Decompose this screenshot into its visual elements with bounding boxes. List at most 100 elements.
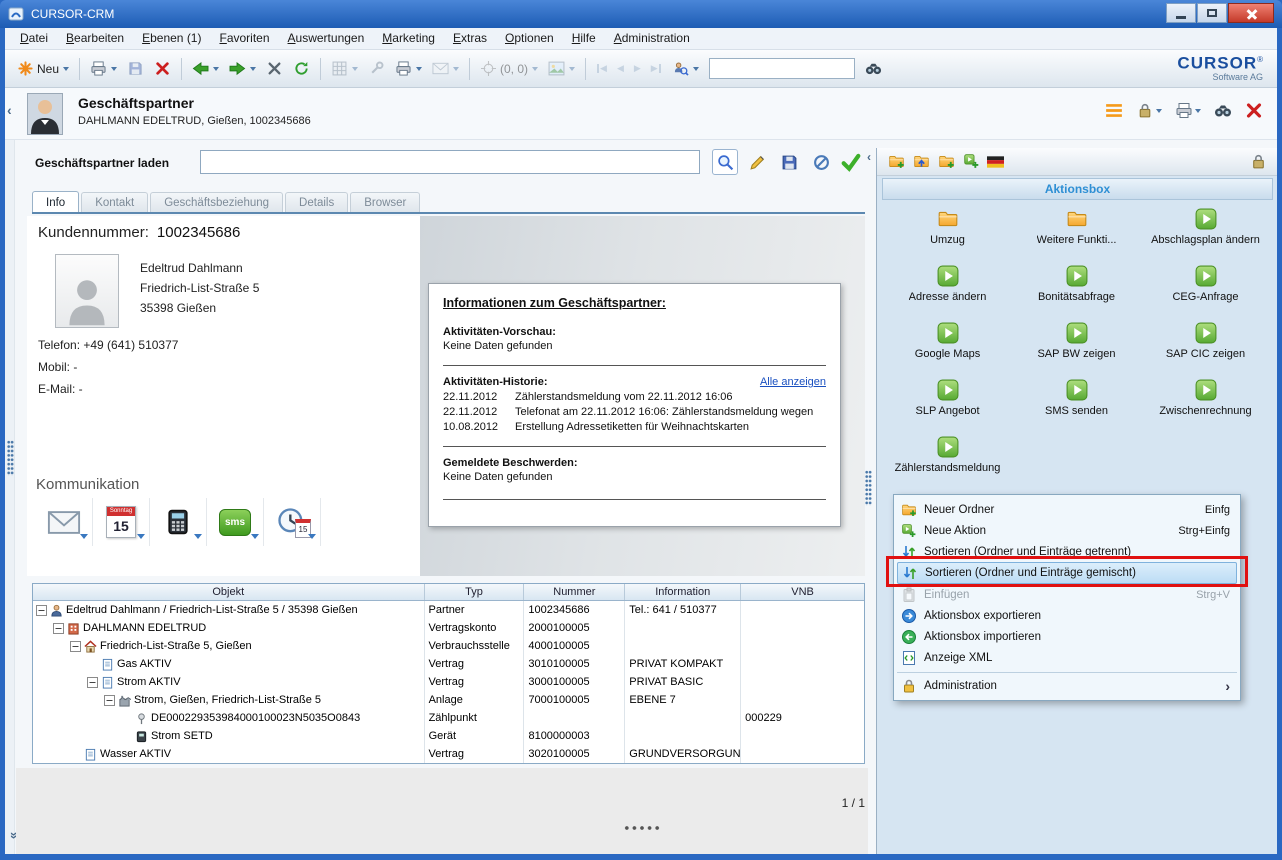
nav-prev-button[interactable]: ◀ bbox=[613, 60, 628, 77]
context-menu-item-anzeige-xml[interactable]: Anzeige XML bbox=[897, 647, 1237, 668]
partner-load-input[interactable] bbox=[200, 150, 700, 174]
header-print-button[interactable] bbox=[1175, 102, 1201, 119]
action-abschlagsplan-ndern[interactable]: Abschlagsplan ändern bbox=[1141, 204, 1270, 261]
minimize-button[interactable] bbox=[1166, 3, 1196, 23]
context-menu-item-neue-aktion[interactable]: Neue AktionStrg+Einfg bbox=[897, 520, 1237, 541]
calendar-tile[interactable]: Sonntag15 bbox=[93, 498, 150, 546]
menu-item-bearbeiten[interactable]: Bearbeiten bbox=[57, 28, 133, 49]
aktionsbox-lock-icon[interactable] bbox=[1249, 153, 1268, 170]
phone-tile[interactable] bbox=[150, 498, 207, 546]
new-folder-icon[interactable] bbox=[887, 153, 906, 170]
confirm-button[interactable] bbox=[838, 149, 864, 175]
menu-item-hilfe[interactable]: Hilfe bbox=[563, 28, 605, 49]
tools-button[interactable] bbox=[364, 58, 389, 79]
action-adresse-ndern[interactable]: Adresse ändern bbox=[883, 261, 1012, 318]
context-menu-item-aktionsbox-importieren[interactable]: Aktionsbox importieren bbox=[897, 626, 1237, 647]
tab-details[interactable]: Details bbox=[285, 192, 348, 212]
action-google-maps[interactable]: Google Maps bbox=[883, 318, 1012, 375]
add-action-icon[interactable] bbox=[962, 153, 981, 170]
action-sap-cic-zeigen[interactable]: SAP CIC zeigen bbox=[1141, 318, 1270, 375]
column-header-vnb[interactable]: VNB bbox=[741, 584, 864, 600]
image-button[interactable] bbox=[544, 58, 579, 79]
toolbar-search-input[interactable] bbox=[709, 58, 855, 79]
close-record-button[interactable] bbox=[262, 58, 287, 79]
lock-button[interactable] bbox=[1136, 102, 1162, 119]
folder-up-icon[interactable] bbox=[912, 153, 931, 170]
context-menu-item-neuer-ordner[interactable]: Neuer OrdnerEinfg bbox=[897, 499, 1237, 520]
table-row[interactable]: DE000229353984000100023N5035O0843Zählpun… bbox=[33, 709, 864, 727]
person-search-button[interactable] bbox=[668, 58, 703, 79]
table-row[interactable]: Wasser AKTIVVertrag3020100005GRUNDVERSOR… bbox=[33, 745, 864, 763]
table-row[interactable]: Gas AKTIVVertrag3010100005PRIVAT KOMPAKT bbox=[33, 655, 864, 673]
tab-browser[interactable]: Browser bbox=[350, 192, 420, 212]
mail-button[interactable] bbox=[428, 58, 463, 79]
back-button[interactable] bbox=[188, 58, 223, 79]
find-button[interactable] bbox=[861, 58, 886, 79]
bottom-splitter-handle[interactable] bbox=[623, 825, 661, 831]
menu-burger-icon[interactable] bbox=[1105, 102, 1123, 119]
tab-info[interactable]: Info bbox=[32, 191, 79, 212]
action-zwischenrechnung[interactable]: Zwischenrechnung bbox=[1141, 375, 1270, 432]
email-tile[interactable] bbox=[36, 498, 93, 546]
context-menu-item-administration[interactable]: Administration› bbox=[897, 672, 1237, 696]
right-pane-collapse-icon[interactable]: ‹ bbox=[867, 150, 871, 164]
action-ceg-anfrage[interactable]: CEG-Anfrage bbox=[1141, 261, 1270, 318]
menu-item-datei[interactable]: Datei bbox=[11, 28, 57, 49]
menu-item-administration[interactable]: Administration bbox=[605, 28, 699, 49]
add-folder-icon[interactable] bbox=[937, 153, 956, 170]
table-row[interactable]: Strom AKTIVVertrag3000100005PRIVAT BASIC bbox=[33, 673, 864, 691]
table-row[interactable]: Edeltrud Dahlmann / Friedrich-List-Straß… bbox=[33, 601, 864, 619]
edit-button[interactable] bbox=[744, 149, 770, 175]
table-row[interactable]: Strom SETDGerät8100000003 bbox=[33, 727, 864, 745]
action-sap-bw-zeigen[interactable]: SAP BW zeigen bbox=[1012, 318, 1141, 375]
nav-last-button[interactable]: ▶ bbox=[647, 60, 666, 77]
dataset-button[interactable] bbox=[327, 58, 362, 79]
action-umzug[interactable]: Umzug bbox=[883, 204, 1012, 261]
table-row[interactable]: DAHLMANN EDELTRUDVertragskonto2000100005 bbox=[33, 619, 864, 637]
collapse-bottom-icon[interactable]: « bbox=[5, 832, 20, 839]
delete-button[interactable] bbox=[150, 58, 175, 79]
collapse-left-icon[interactable]: ‹ bbox=[7, 102, 12, 118]
column-header-typ[interactable]: Typ bbox=[425, 584, 525, 600]
tab-gesch-ftsbeziehung[interactable]: Geschäftsbeziehung bbox=[150, 192, 283, 212]
sms-tile[interactable]: sms bbox=[207, 498, 264, 546]
pane-splitter-handle[interactable] bbox=[865, 470, 872, 506]
new-button[interactable]: Neu bbox=[13, 58, 73, 79]
language-flag-icon[interactable] bbox=[987, 156, 1004, 168]
forward-button[interactable] bbox=[225, 58, 260, 79]
header-close-button[interactable] bbox=[1245, 102, 1263, 119]
refresh-button[interactable] bbox=[289, 58, 314, 79]
nav-next-button[interactable]: ▶ bbox=[630, 60, 645, 77]
cancel-edit-button[interactable] bbox=[808, 149, 834, 175]
maximize-button[interactable] bbox=[1197, 3, 1227, 23]
action-slp-angebot[interactable]: SLP Angebot bbox=[883, 375, 1012, 432]
menu-item-auswertungen[interactable]: Auswertungen bbox=[279, 28, 374, 49]
menu-item-ebenen-1[interactable]: Ebenen (1) bbox=[133, 28, 210, 49]
action-bonit-tsabfrage[interactable]: Bonitätsabfrage bbox=[1012, 261, 1141, 318]
menu-item-extras[interactable]: Extras bbox=[444, 28, 496, 49]
search-button[interactable] bbox=[712, 149, 738, 175]
print-view-button[interactable] bbox=[391, 58, 426, 79]
column-header-nummer[interactable]: Nummer bbox=[524, 584, 625, 600]
context-menu-item-aktionsbox-exportieren[interactable]: Aktionsbox exportieren bbox=[897, 605, 1237, 626]
save-record-button[interactable] bbox=[776, 149, 802, 175]
save-button[interactable] bbox=[123, 58, 148, 79]
menu-item-favoriten[interactable]: Favoriten bbox=[210, 28, 278, 49]
nav-first-button[interactable]: ◀ bbox=[592, 60, 611, 77]
column-header-information[interactable]: Information bbox=[625, 584, 741, 600]
action-sms-senden[interactable]: SMS senden bbox=[1012, 375, 1141, 432]
tab-kontakt[interactable]: Kontakt bbox=[81, 192, 148, 212]
action-weitere-funkti[interactable]: Weitere Funkti... bbox=[1012, 204, 1141, 261]
column-header-objekt[interactable]: Objekt bbox=[33, 584, 425, 600]
print-button[interactable] bbox=[86, 58, 121, 79]
alle-anzeigen-link[interactable]: Alle anzeigen bbox=[760, 376, 826, 388]
table-row[interactable]: Strom, Gießen, Friedrich-List-Straße 5An… bbox=[33, 691, 864, 709]
menu-item-optionen[interactable]: Optionen bbox=[496, 28, 563, 49]
close-button[interactable] bbox=[1228, 3, 1274, 23]
appointment-tile[interactable]: 15 bbox=[264, 498, 321, 546]
position-button[interactable]: (0, 0) bbox=[476, 58, 542, 79]
header-find-button[interactable] bbox=[1214, 102, 1232, 119]
table-row[interactable]: Friedrich-List-Straße 5, GießenVerbrauch… bbox=[33, 637, 864, 655]
menu-item-marketing[interactable]: Marketing bbox=[373, 28, 444, 49]
left-splitter-handle[interactable] bbox=[7, 440, 14, 476]
